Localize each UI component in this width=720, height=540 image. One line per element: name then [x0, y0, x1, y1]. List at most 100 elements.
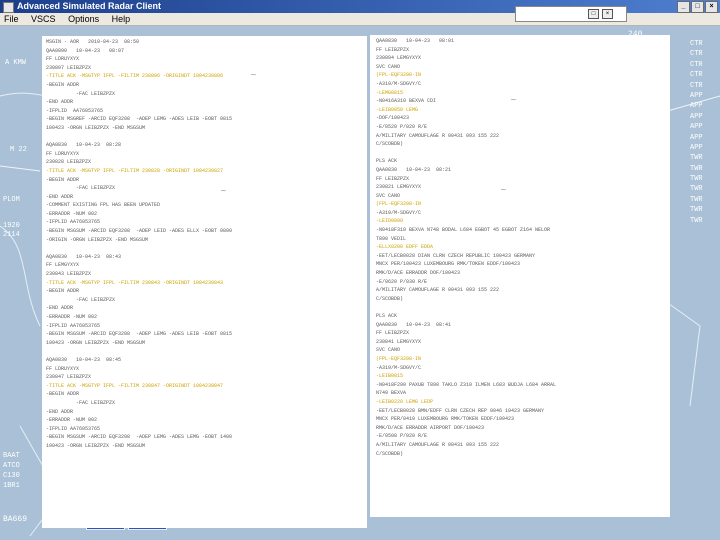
window-title: Advanced Simulated Radar Client — [17, 1, 162, 11]
handwritten-mark: ~ — [510, 95, 517, 104]
message-line: (FPL-EQF3208-IN — [376, 72, 422, 79]
message-line: -ERRADDR -NUM 002 — [46, 314, 98, 320]
handwritten-mark: ~ — [220, 186, 227, 195]
message-line: C/SCOBDB) — [376, 141, 404, 148]
message-line: -FAC LEIBZPZX — [46, 90, 116, 97]
sector-label[interactable]: APP — [690, 113, 720, 123]
message-line: -ORIGIN -ORGN LEIBZPZX -END MSGSUM — [46, 236, 149, 243]
message-line: -END ADDR — [46, 193, 74, 200]
sub-window-restore-button[interactable]: □ — [588, 9, 599, 19]
message-line: 230847 LEIBZPZX — [46, 374, 92, 381]
map-label: C130 — [3, 472, 20, 480]
message-printout-right: QAA0830 10-04-23 08:01 FF LEIBZPZX 230804 … — [370, 35, 670, 517]
sector-label[interactable]: APP — [690, 144, 720, 154]
map-label: PLOM — [3, 196, 20, 204]
sector-label[interactable]: TWR — [690, 175, 720, 185]
message-line: -BEGIN ADDR — [46, 81, 80, 88]
message-line: -FAC LEIBZPZX — [46, 296, 116, 303]
message-line: -N0418F290 PAXUB T890 TAKLO Z310 ILMEN L… — [376, 381, 557, 388]
sector-label[interactable]: TWR — [690, 154, 720, 164]
message-line: -IFPLID AA76053765 — [46, 322, 101, 329]
map-label: 1BR1 — [3, 482, 20, 490]
message-line: A/MILITARY CAMOUFLAGE R 00431 093 155 22… — [376, 132, 500, 139]
message-line: -LEMG0815 — [376, 89, 404, 96]
message-line: -END ADDR — [46, 408, 74, 415]
message-line: -TITLE ACK -MSGTYP IFPL -FILTIM 230843 -… — [46, 279, 224, 286]
sector-label[interactable]: CTR — [690, 50, 720, 60]
message-line: -TITLE ACK -MSGTYP IFPL -FILTIM 230806 -… — [46, 73, 224, 80]
message-line: -ERRADDR -NUM 002 — [46, 417, 98, 424]
sector-label[interactable]: TWR — [690, 165, 720, 175]
app-icon — [3, 2, 14, 13]
message-line: QAA0830 10-04-23 08:01 — [376, 38, 455, 44]
menu-options[interactable]: Options — [68, 14, 99, 24]
sector-label[interactable]: CTR — [690, 82, 720, 92]
message-line — [46, 348, 363, 357]
message-line: FF LDRUYXYX — [46, 150, 80, 157]
message-line: -E/0508 P/020 R/E — [376, 433, 428, 440]
message-line: FF LEIBZPZX — [376, 330, 410, 337]
menu-file[interactable]: File — [4, 14, 19, 24]
message-line: -EET/LECB0028 BMN/EDFF CLRN CZECH REP 00… — [376, 407, 545, 414]
menu-vscs[interactable]: VSCS — [31, 14, 56, 24]
sector-label[interactable]: CTR — [690, 40, 720, 50]
message-line: C/SCOBDB) — [376, 295, 404, 302]
sector-label[interactable]: APP — [690, 92, 720, 102]
message-line: 230841 LEMGYXYX — [376, 338, 422, 345]
sector-label[interactable]: APP — [690, 134, 720, 144]
message-line: -COMMENT EXISTING FPL HAS BEEN UPDATED — [46, 202, 161, 209]
message-line: -LEIB0220 LEMG LEDP — [376, 398, 434, 405]
sector-label[interactable]: TWR — [690, 217, 720, 227]
message-line: PLS ACK — [376, 158, 398, 165]
sub-window-close-button[interactable]: × — [602, 9, 613, 19]
sector-label[interactable]: TWR — [690, 185, 720, 195]
message-line: -TITLE ACK -MSGTYP IFPL -FILTIM 230828 -… — [46, 167, 224, 174]
message-line — [46, 245, 363, 254]
sub-window[interactable]: □ × — [515, 6, 627, 22]
close-button[interactable]: × — [705, 1, 718, 13]
message-line: QAA0890 10-04-23 08:07 — [46, 47, 125, 54]
message-line: A/MILITARY CAMOUFLAGE R 00431 093 155 22… — [376, 441, 500, 448]
message-line: MNCX PER/100423 LUXEMBOURG RMK/TOKEN EDD… — [376, 261, 521, 268]
sector-label[interactable]: CTR — [690, 61, 720, 71]
message-line: -E/0620 P/030 R/E — [376, 278, 428, 285]
message-line: -A319/M-SDGVY/C — [376, 364, 422, 371]
message-line: 230843 LEIBZPZX — [46, 271, 92, 278]
message-line: -LEIB0050 LEMG — [376, 106, 419, 113]
message-line: -A319/M-SDGVY/C — [376, 80, 422, 87]
sector-list: CTR CTR CTR CTR CTR APP APP APP APP APP … — [690, 40, 720, 227]
message-line: -IFPLID AA76053765 — [46, 219, 101, 226]
message-line: -N0416A310 BEXVA CDI — [376, 98, 437, 105]
message-line: A/MILITARY CAMOUFLAGE R 00431 093 155 22… — [376, 287, 500, 294]
message-line: -END ADDR — [46, 305, 74, 312]
message-line — [376, 150, 664, 159]
message-line: -DOF/100423 — [376, 115, 410, 122]
map-label: 2114 — [3, 231, 20, 239]
message-printout-left: MSGIN - AOR 2010-04-23 08:50 QAA0890 10-0… — [42, 36, 367, 528]
sector-label[interactable]: CTR — [690, 71, 720, 81]
message-line: SVC CANO — [376, 192, 401, 199]
message-line: 230821 LEMGYXYX — [376, 184, 422, 191]
callsign-label[interactable]: BA669 — [3, 515, 27, 524]
message-line: 230807 LEIBZPZX — [46, 64, 92, 71]
message-line: -N0418F310 BEXVA N748 BODAL L684 EGBOT 4… — [376, 227, 551, 234]
maximize-button[interactable]: □ — [691, 1, 704, 13]
message-line: AQA0830 10-04-23 08:28 — [46, 142, 122, 149]
sector-label[interactable]: APP — [690, 123, 720, 133]
sector-label[interactable]: TWR — [690, 206, 720, 216]
message-line: -BEGIN MSGSUM -ARCID EQF3208 -ADEP LEMG … — [46, 331, 233, 338]
message-line: -LEIB0815 — [376, 373, 404, 380]
message-line: SVC CANO — [376, 63, 401, 70]
sector-label[interactable]: APP — [690, 102, 720, 112]
message-line: FF LEIBZPZX — [376, 175, 410, 182]
menu-help[interactable]: Help — [112, 14, 131, 24]
sector-label[interactable]: TWR — [690, 196, 720, 206]
message-line: 100423 -ORGN LEIBZPZX -END MSGSUM — [46, 124, 146, 131]
message-line: FF LEIBZPZX — [376, 46, 410, 53]
message-line: RMK/D/ACE ERRADDR DOF/100423 — [376, 270, 461, 277]
message-line: N749 BEXVA — [376, 390, 407, 397]
minimize-button[interactable]: _ — [677, 1, 690, 13]
message-line: T890 VEDIL — [376, 235, 407, 242]
message-line: -LEID0800 — [376, 218, 404, 225]
message-line: SVC CANO — [376, 347, 401, 354]
